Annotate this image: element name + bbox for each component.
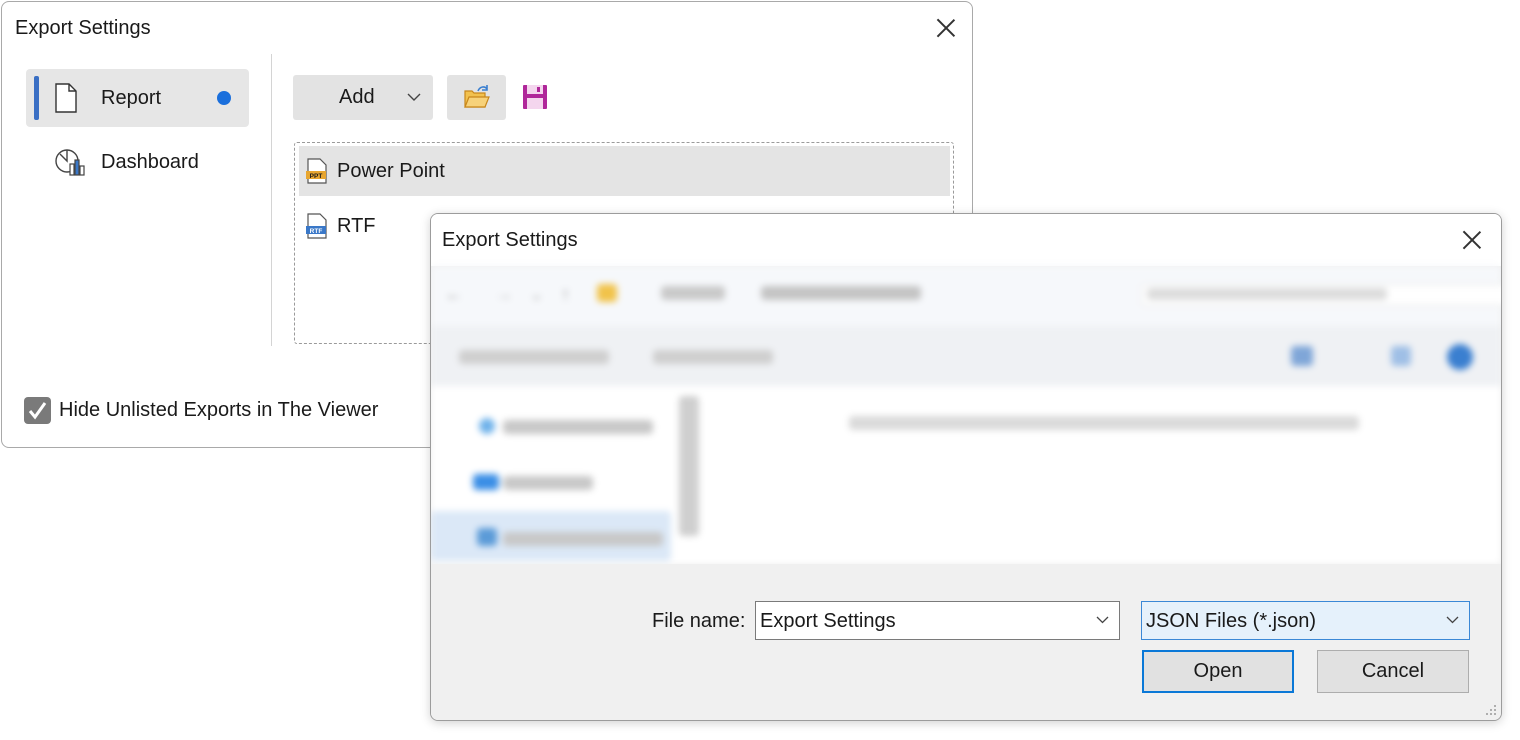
dashboard-icon [55,149,85,176]
file-name-label: File name: [652,610,746,632]
nav-item-label: Report [101,86,162,109]
divider [271,54,272,346]
file-type-select[interactable]: JSON Files (*.json) [1141,601,1470,640]
active-indicator [34,76,39,120]
file-dialog-header: Export Settings [431,214,1501,266]
close-icon[interactable] [1462,230,1482,250]
command-bar-row [431,326,1501,386]
page-icon [55,83,77,113]
rtf-file-icon: RTF [306,213,327,239]
address-bar-row: ← → ⌄ ↑ [431,266,1501,326]
checkmark-icon [28,402,47,420]
open-settings-button[interactable] [447,75,506,120]
file-name-input[interactable]: Export Settings [755,601,1120,640]
resize-grip-icon[interactable] [1485,704,1497,716]
file-dialog-title: Export Settings [442,229,578,251]
cancel-button[interactable]: Cancel [1317,650,1469,693]
svg-text:PPT: PPT [310,173,323,180]
dialog-title: Export Settings [15,17,151,39]
ppt-file-icon: PPT [306,158,327,184]
folder-open-icon [464,85,490,108]
chevron-down-icon[interactable] [1096,616,1109,624]
list-item-power-point[interactable]: PPT Power Point [299,146,950,196]
svg-text:RTF: RTF [310,228,323,235]
active-dot-icon [217,91,231,105]
hide-unlisted-checkbox[interactable] [24,397,51,424]
list-item-label: RTF [337,214,376,237]
file-dialog: Export Settings ← → ⌄ ↑ File name: Expor… [430,213,1502,721]
blurred-file-browser: ← → ⌄ ↑ [431,266,1501,564]
add-dropdown-button[interactable]: Add [293,75,433,120]
list-item-label: Power Point [337,159,445,182]
chevron-down-icon [407,93,421,101]
nav-item-dashboard[interactable]: Dashboard [26,133,249,191]
file-dialog-footer [431,564,1501,720]
save-icon[interactable] [522,84,548,110]
open-button[interactable]: Open [1142,650,1294,693]
hide-unlisted-label: Hide Unlisted Exports in The Viewer [59,399,379,421]
close-icon[interactable] [936,18,956,38]
file-name-value: Export Settings [760,610,896,632]
add-button-label: Add [339,86,375,108]
nav-item-report[interactable]: Report [26,69,249,127]
chevron-down-icon [1446,616,1459,624]
nav-item-label: Dashboard [101,150,199,173]
file-type-value: JSON Files (*.json) [1146,610,1317,632]
